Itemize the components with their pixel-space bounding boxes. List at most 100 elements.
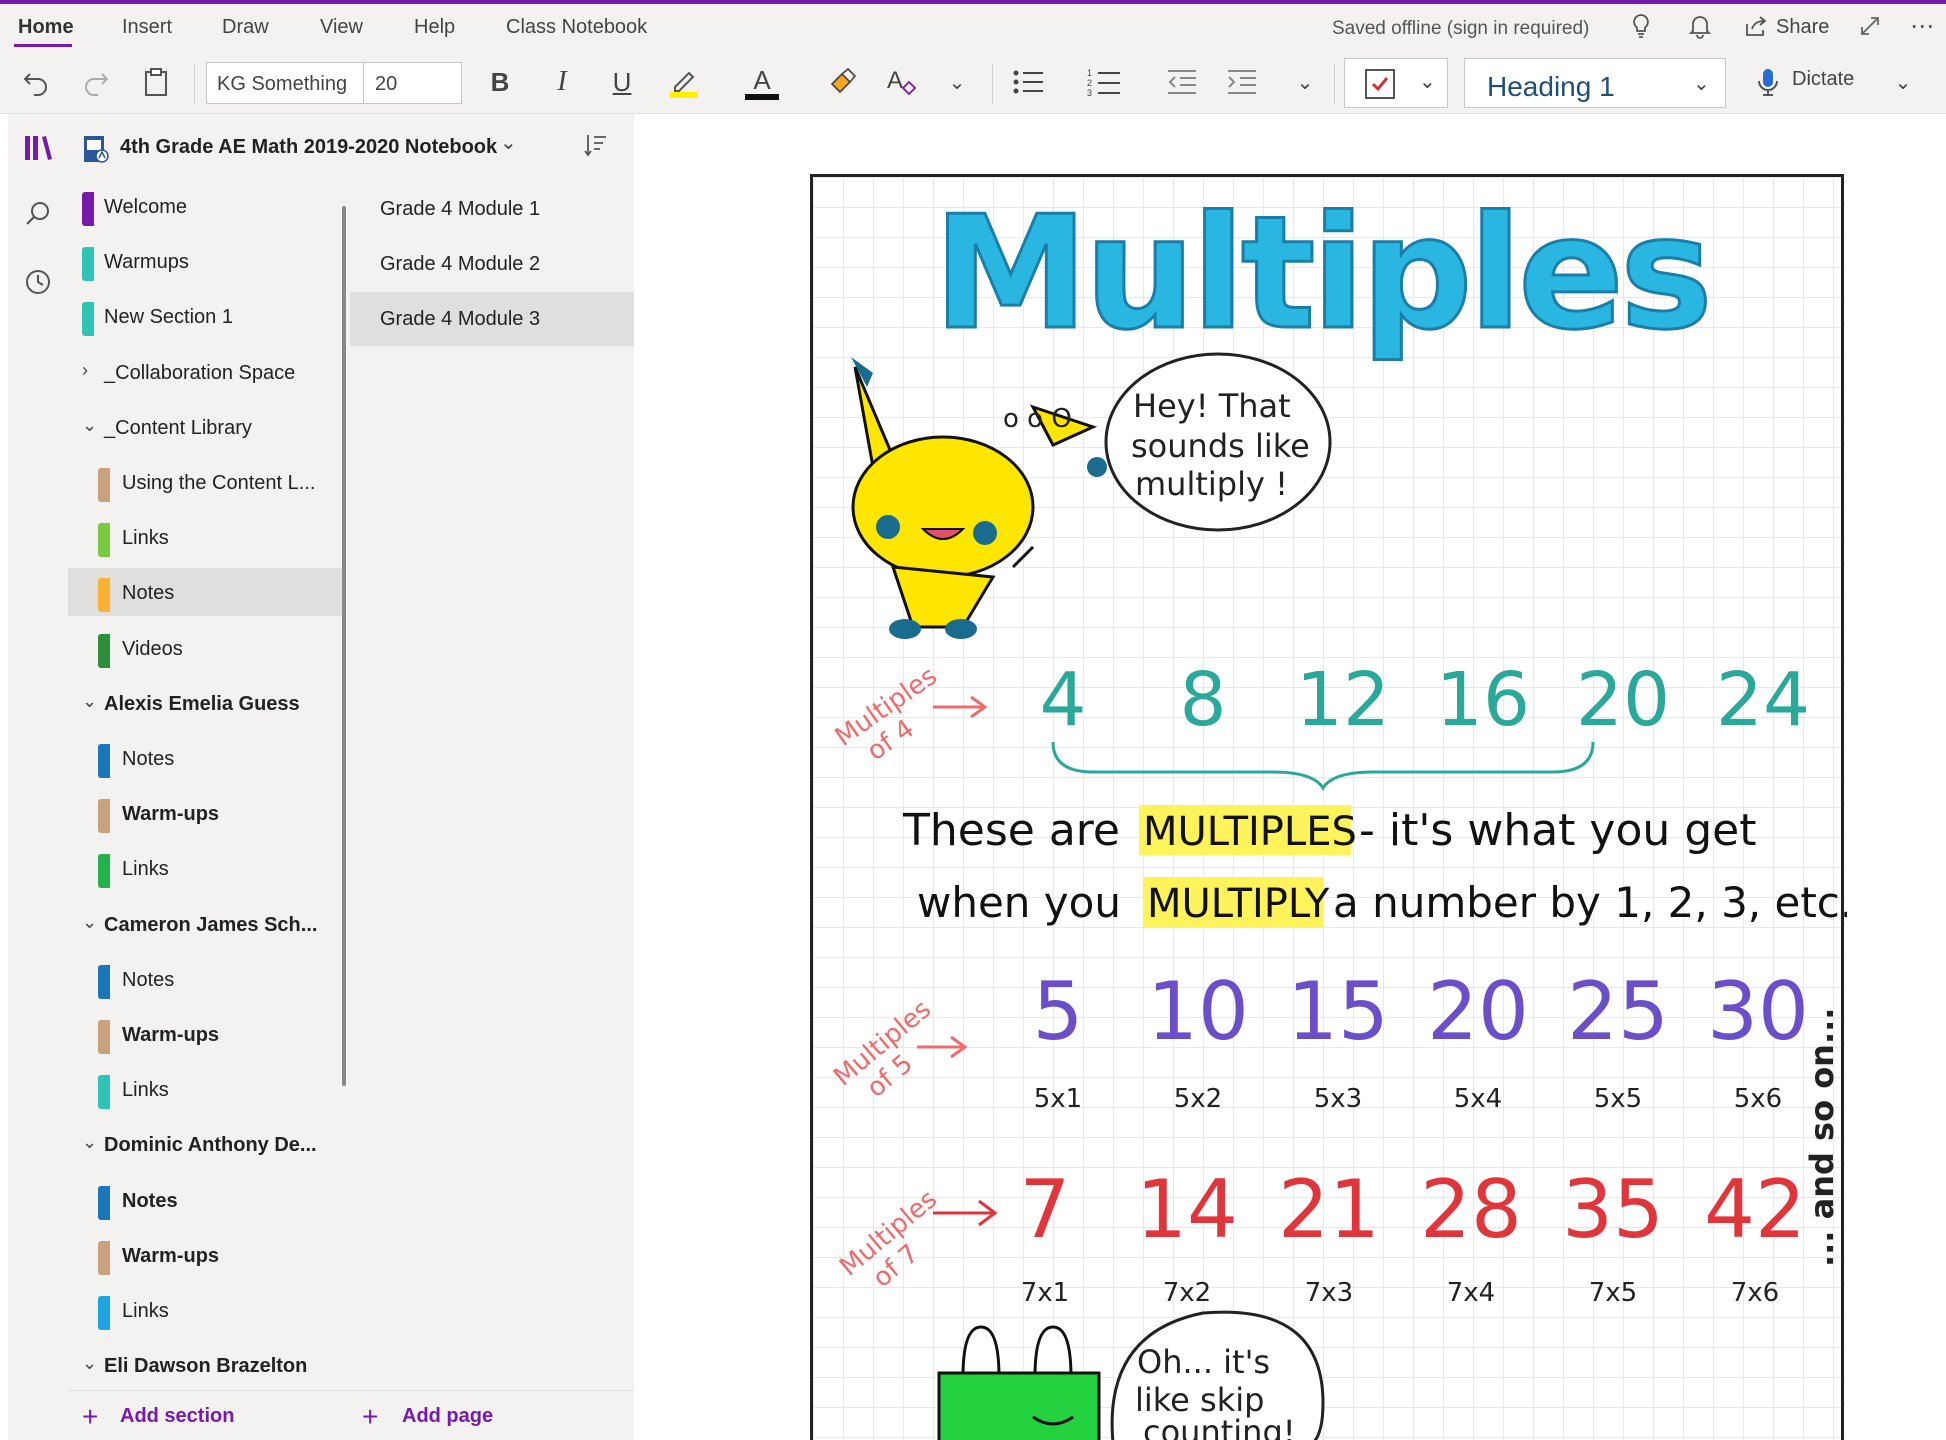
chevron-down-icon[interactable]: ⌄ — [82, 415, 97, 436]
section-item[interactable]: ⌄ Cameron James Sch... — [68, 900, 344, 948]
section-item[interactable]: Notes — [68, 955, 344, 1003]
sentence-line2-b: MULTIPLY — [1147, 881, 1330, 927]
sentence-line2-c: a number by 1, 2, 3, etc. — [1333, 878, 1847, 927]
undo-icon[interactable] — [16, 60, 56, 104]
section-item[interactable]: Using the Content L... — [68, 458, 344, 506]
decrease-indent-icon[interactable] — [1162, 60, 1202, 104]
style-picker[interactable]: Heading 1 ⌄ — [1464, 58, 1726, 108]
page-item[interactable]: Grade 4 Module 1 — [350, 182, 634, 236]
chevron-down-icon[interactable]: ⌄ — [82, 912, 97, 933]
chevron-down-icon[interactable]: ⌄ — [1290, 60, 1320, 104]
increase-indent-icon[interactable] — [1222, 60, 1262, 104]
row7-fact: 7x3 — [1305, 1278, 1353, 1308]
section-item[interactable]: Links — [68, 1065, 344, 1113]
section-label: Links — [122, 1079, 169, 1102]
chevron-down-icon[interactable]: ⌄ — [942, 60, 972, 104]
clipboard-icon[interactable] — [136, 60, 176, 104]
section-item[interactable]: Warmups — [68, 237, 344, 285]
notebook-title: 4th Grade AE Math 2019-2020 Notebook — [120, 136, 498, 158]
section-label: Welcome — [104, 196, 187, 218]
section-item[interactable]: Notes — [68, 568, 344, 617]
clear-formatting-icon[interactable]: A — [882, 60, 922, 104]
sentence-line1-a: These are — [902, 805, 1120, 856]
tab-home[interactable]: Home — [18, 16, 74, 39]
add-section-button[interactable]: Add section — [120, 1405, 234, 1428]
section-item[interactable]: Warm-ups — [68, 1010, 344, 1058]
svg-text:1: 1 — [1087, 68, 1092, 78]
chevron-down-icon[interactable]: ⌄ — [82, 1132, 97, 1153]
share-icon[interactable] — [1744, 4, 1768, 48]
chevron-down-icon[interactable]: ⌄ — [500, 130, 517, 155]
recent-icon[interactable] — [18, 262, 58, 302]
section-item[interactable]: Welcome — [68, 182, 344, 230]
search-icon[interactable] — [18, 194, 58, 234]
section-color-tab — [98, 964, 110, 999]
numbered-list-icon[interactable]: 123 — [1084, 60, 1124, 104]
add-page-button[interactable]: Add page — [402, 1405, 493, 1428]
multiples-poster-image: Multiples o o O Hey! That sounds like mu… — [810, 174, 1847, 1440]
italic-button[interactable]: I — [544, 60, 580, 104]
section-item[interactable]: ⌄ _Content Library — [68, 403, 344, 451]
bold-button[interactable]: B — [482, 60, 518, 104]
section-item[interactable]: Videos — [68, 624, 344, 672]
tab-insert[interactable]: Insert — [122, 16, 172, 39]
section-item[interactable]: Links — [68, 513, 344, 561]
row7-value: 42 — [1704, 1163, 1806, 1256]
tab-help[interactable]: Help — [414, 16, 455, 39]
expand-icon[interactable] — [1858, 4, 1882, 48]
ribbon-tabs: Home Insert Draw View Help Class Noteboo… — [0, 4, 1946, 52]
multiples-of-5-values: 5 5x1 10 5x2 15 5x3 20 5x4 25 5x5 30 5x6 — [1033, 965, 1809, 1114]
brace-drawing — [1051, 741, 1595, 791]
section-label: Warm-ups — [122, 803, 220, 826]
bullet-list-icon[interactable] — [1008, 60, 1048, 104]
chevron-right-icon[interactable]: › — [82, 360, 88, 381]
row5-fact: 5x3 — [1314, 1084, 1362, 1114]
section-item[interactable]: Links — [68, 844, 344, 892]
section-item[interactable]: Notes — [68, 734, 344, 782]
section-item[interactable]: Warm-ups — [68, 1231, 344, 1279]
section-item[interactable]: Links — [68, 1286, 344, 1334]
font-color-button[interactable]: A — [742, 60, 782, 104]
sort-icon[interactable] — [584, 132, 608, 163]
page-item[interactable]: Grade 4 Module 2 — [350, 237, 634, 291]
row7-fact: 7x5 — [1589, 1278, 1637, 1308]
section-item[interactable]: New Section 1 — [68, 292, 344, 340]
tab-class-notebook[interactable]: Class Notebook — [506, 16, 647, 39]
section-item[interactable]: ⌄ Dominic Anthony De... — [68, 1120, 344, 1168]
section-item[interactable]: ⌄ Alexis Emelia Guess — [68, 679, 344, 727]
microphone-icon[interactable] — [1750, 60, 1786, 104]
underline-button[interactable]: U — [604, 60, 640, 104]
active-tab-indicator — [14, 44, 72, 47]
format-painter-icon[interactable] — [822, 60, 862, 104]
tab-draw[interactable]: Draw — [222, 16, 269, 39]
section-item[interactable]: Warm-ups — [68, 789, 344, 837]
chevron-down-icon[interactable]: ⌄ — [1888, 60, 1918, 104]
dictate-button[interactable]: Dictate — [1792, 68, 1854, 91]
section-scrollbar[interactable] — [342, 206, 346, 1086]
section-item[interactable]: Notes — [68, 1176, 344, 1224]
section-label: Using the Content L... — [122, 472, 316, 494]
tab-view[interactable]: View — [320, 16, 363, 39]
font-picker[interactable]: KG Something 20 — [206, 62, 462, 104]
bell-icon[interactable] — [1688, 4, 1712, 48]
page-label: Grade 4 Module 2 — [380, 253, 541, 275]
highlighter-icon[interactable] — [664, 60, 704, 104]
style-name: Heading 1 — [1487, 71, 1615, 102]
redo-icon[interactable] — [76, 60, 116, 104]
tag-picker[interactable]: ⌄ — [1344, 58, 1448, 108]
chevron-down-icon[interactable]: ⌄ — [82, 691, 97, 712]
notebooks-icon[interactable] — [18, 128, 58, 168]
share-button[interactable]: Share — [1776, 16, 1829, 39]
section-item[interactable]: › _Collaboration Space — [68, 348, 344, 396]
page-item[interactable]: Grade 4 Module 3 — [350, 292, 634, 346]
chevron-down-icon[interactable]: ⌄ — [82, 1353, 97, 1374]
lightbulb-icon[interactable] — [1630, 4, 1652, 48]
notebook-icon — [82, 134, 110, 169]
notebook-header[interactable]: 4th Grade AE Math 2019-2020 Notebook ⌄ — [68, 114, 634, 178]
font-size-input[interactable]: 20 — [375, 73, 397, 96]
section-item[interactable]: ⌄ Eli Dawson Brazelton — [68, 1341, 344, 1382]
row7-fact: 7x2 — [1163, 1278, 1211, 1308]
more-options-icon[interactable]: ⋯ — [1910, 4, 1934, 48]
section-color-tab — [98, 854, 110, 889]
row4-value: 16 — [1436, 657, 1530, 743]
